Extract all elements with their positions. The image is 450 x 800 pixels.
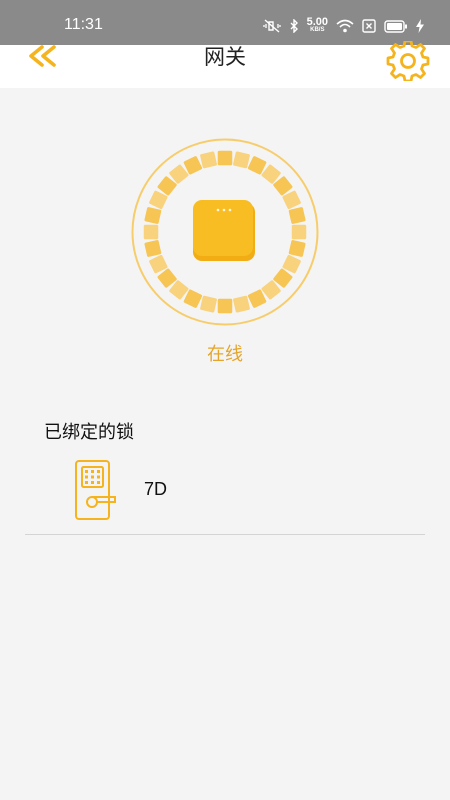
ring-segment (233, 295, 250, 313)
sim-x-icon (362, 19, 376, 33)
mute-vibrate-icon (262, 19, 281, 33)
page-title: 网关 (204, 45, 246, 69)
ring-segment (144, 207, 162, 224)
settings-button[interactable] (386, 39, 430, 83)
ring-segment (291, 224, 307, 240)
gateway-status-ring (130, 137, 320, 327)
header-bar: 网关 (0, 39, 450, 88)
ring-segment (144, 240, 162, 257)
wifi-icon (336, 19, 354, 33)
network-speed: 5.00 KB/S (306, 16, 328, 34)
divider (25, 534, 425, 535)
ring-segment (217, 298, 233, 314)
bound-locks-title: 已绑定的锁 (44, 422, 134, 443)
ring-segment (217, 150, 233, 166)
status-bar: 11:31 5.00 KB/S (0, 0, 450, 45)
ring-segment (288, 240, 306, 257)
charging-icon (416, 19, 424, 33)
gateway-status-label: 在线 (207, 344, 243, 365)
gear-icon (386, 39, 430, 85)
ring-segment (143, 224, 159, 240)
ring-segment (288, 207, 306, 224)
battery-icon (384, 19, 408, 33)
lock-name: 7D (144, 479, 168, 499)
network-speed-value: 5.00 (306, 16, 328, 28)
ring-segment (200, 295, 217, 313)
status-time: 11:31 (64, 16, 103, 33)
door-lock-icon (73, 458, 119, 522)
network-speed-unit: KB/S (310, 27, 325, 33)
lock-list-item[interactable]: 7D (25, 455, 425, 525)
ring-segment (200, 151, 217, 169)
gateway-device-icon (193, 200, 255, 261)
ring-segment (233, 151, 250, 169)
bluetooth-icon (289, 19, 299, 33)
status-icons: 5.00 KB/S (262, 16, 424, 34)
